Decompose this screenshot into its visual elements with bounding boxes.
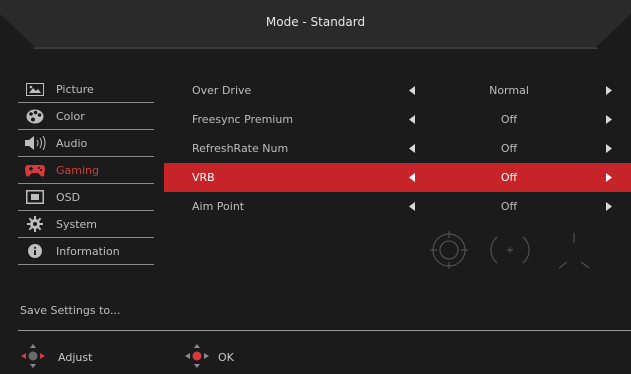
- triangle-left-icon[interactable]: [409, 172, 415, 185]
- triangle-left-icon[interactable]: [409, 114, 415, 127]
- joystick-ok-icon: [184, 343, 210, 372]
- save-settings-button[interactable]: Save Settings to...: [20, 304, 120, 317]
- setting-label: RefreshRate Num: [192, 142, 289, 155]
- sidebar-item-picture[interactable]: Picture: [18, 76, 154, 103]
- info-icon: [24, 243, 46, 259]
- adjust-hint: Adjust: [20, 343, 92, 372]
- ok-hint: OK: [184, 343, 234, 372]
- setting-value: Off: [500, 113, 518, 126]
- sidebar-item-gaming[interactable]: Gaming: [18, 157, 154, 184]
- footer-divider: [18, 330, 631, 331]
- joystick-adjust-icon: [20, 343, 46, 372]
- adjust-label: Adjust: [58, 351, 93, 364]
- setting-value: Off: [500, 142, 518, 155]
- ok-label: OK: [218, 351, 234, 364]
- mode-title: Mode - Standard: [265, 15, 366, 29]
- setting-value: Off: [500, 171, 518, 184]
- speaker-icon: [24, 135, 46, 151]
- crosshair-lines-icon: [558, 233, 590, 269]
- sidebar-item-label: OSD: [56, 190, 81, 204]
- osd-icon: [24, 189, 46, 205]
- sidebar: Picture Color Audio Gaming OSD System In…: [18, 76, 154, 265]
- aim-point-preview: [422, 228, 602, 288]
- picture-icon: [24, 81, 46, 97]
- palette-icon: [24, 108, 46, 124]
- sidebar-item-label: Color: [56, 109, 85, 123]
- setting-label: VRB: [192, 171, 215, 184]
- sidebar-item-label: System: [56, 217, 98, 231]
- gamepad-icon: [24, 162, 46, 178]
- setting-label: Freesync Premium: [192, 113, 294, 126]
- sidebar-item-label: Audio: [56, 136, 88, 150]
- triangle-right-icon[interactable]: [606, 114, 612, 127]
- setting-row-over-drive[interactable]: Over Drive Normal: [164, 76, 631, 105]
- sidebar-item-label: Picture: [56, 82, 94, 96]
- crosshair-circle-icon: [430, 231, 468, 269]
- setting-label: Aim Point: [192, 200, 245, 213]
- sidebar-item-information[interactable]: Information: [18, 238, 154, 265]
- header: Mode - Standard: [0, 0, 631, 50]
- setting-value: Normal: [489, 84, 529, 97]
- setting-row-aim-point[interactable]: Aim Point Off: [164, 192, 631, 221]
- setting-row-vrb[interactable]: VRB Off: [164, 163, 631, 192]
- triangle-left-icon[interactable]: [409, 143, 415, 156]
- triangle-left-icon[interactable]: [409, 85, 415, 98]
- settings-list: Over Drive Normal Freesync Premium Off R…: [164, 76, 631, 221]
- sidebar-item-system[interactable]: System: [18, 211, 154, 238]
- sidebar-item-label: Information: [56, 244, 120, 258]
- sidebar-item-label: Gaming: [56, 163, 99, 177]
- setting-label: Over Drive: [192, 84, 252, 97]
- sidebar-item-audio[interactable]: Audio: [18, 130, 154, 157]
- gear-icon: [24, 216, 46, 232]
- setting-row-refreshrate-num[interactable]: RefreshRate Num Off: [164, 134, 631, 163]
- triangle-right-icon[interactable]: [606, 201, 612, 214]
- triangle-right-icon[interactable]: [606, 143, 612, 156]
- setting-row-freesync-premium[interactable]: Freesync Premium Off: [164, 105, 631, 134]
- setting-value: Off: [500, 200, 518, 213]
- triangle-right-icon[interactable]: [606, 172, 612, 185]
- crosshair-dot-icon: [490, 236, 530, 264]
- triangle-right-icon[interactable]: [606, 85, 612, 98]
- sidebar-item-osd[interactable]: OSD: [18, 184, 154, 211]
- triangle-left-icon[interactable]: [409, 201, 415, 214]
- sidebar-item-color[interactable]: Color: [18, 103, 154, 130]
